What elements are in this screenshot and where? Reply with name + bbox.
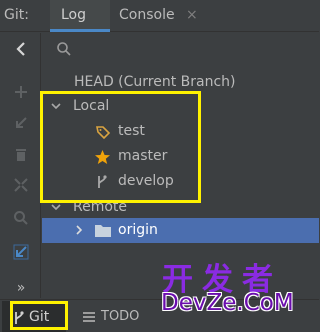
delete-branch-button[interactable] (8, 141, 34, 167)
todo-tool-button[interactable]: TODO (78, 301, 148, 331)
tab-console[interactable]: Console × (110, 0, 200, 32)
folder-icon (95, 225, 111, 237)
close-icon[interactable]: × (186, 7, 198, 23)
git-tool-button[interactable]: Git (2, 301, 66, 332)
tool-window-tabbar: Git: Log Console × (0, 0, 319, 32)
branches-toolbar: » (0, 33, 41, 298)
arrow-left-icon (16, 42, 25, 56)
find-branch-button[interactable] (8, 205, 34, 231)
tree-node-origin[interactable]: origin (42, 218, 319, 243)
update-branch-button[interactable] (8, 110, 34, 136)
branch-label: test (118, 123, 145, 139)
more-icon[interactable]: » (8, 275, 34, 301)
tool-window-title: Git: (4, 7, 29, 23)
new-branch-button[interactable] (8, 79, 34, 105)
chevron-down-icon[interactable] (50, 100, 62, 112)
branches-tree: HEAD (Current Branch) Local test master … (42, 33, 319, 298)
active-tab-indicator (50, 29, 110, 32)
chevron-right-icon[interactable] (73, 224, 85, 236)
branch-label: master (118, 148, 168, 164)
remote-origin-label: origin (118, 222, 158, 238)
todo-tool-label: TODO (101, 309, 140, 324)
star-icon (95, 150, 110, 164)
arrow-down-left-icon (13, 244, 29, 260)
list-icon (83, 312, 95, 322)
tab-log-label: Log (61, 7, 87, 23)
branch-icon (98, 175, 107, 188)
tree-node-local[interactable]: Local (42, 94, 319, 119)
plus-icon (15, 86, 27, 98)
collapse-panel-button[interactable] (8, 36, 34, 62)
merge-icon (14, 178, 28, 192)
tab-console-label: Console (119, 7, 175, 23)
navigate-log-button[interactable] (8, 239, 34, 265)
bottom-toolbar: Git TODO (0, 299, 319, 332)
compare-branch-button[interactable] (8, 172, 34, 198)
search-icon[interactable] (56, 41, 72, 57)
trash-icon (16, 149, 26, 161)
head-label: HEAD (Current Branch) (74, 74, 236, 90)
branch-row-test[interactable]: test (42, 119, 319, 144)
chevron-down-icon[interactable] (50, 201, 62, 213)
branch-row-develop[interactable]: develop (42, 169, 319, 194)
branch-label: develop (118, 173, 174, 189)
tag-icon (96, 126, 111, 140)
branch-row-master[interactable]: master (42, 144, 319, 169)
tab-log[interactable]: Log (50, 0, 110, 32)
arrow-down-left-icon (16, 117, 27, 128)
tree-node-head[interactable]: HEAD (Current Branch) (42, 70, 319, 95)
branch-icon (15, 311, 24, 324)
remote-label: Remote (73, 199, 128, 215)
local-label: Local (73, 98, 110, 114)
tree-node-remote[interactable]: Remote (42, 195, 319, 220)
git-tool-label: Git (29, 309, 50, 325)
search-icon (14, 211, 28, 225)
